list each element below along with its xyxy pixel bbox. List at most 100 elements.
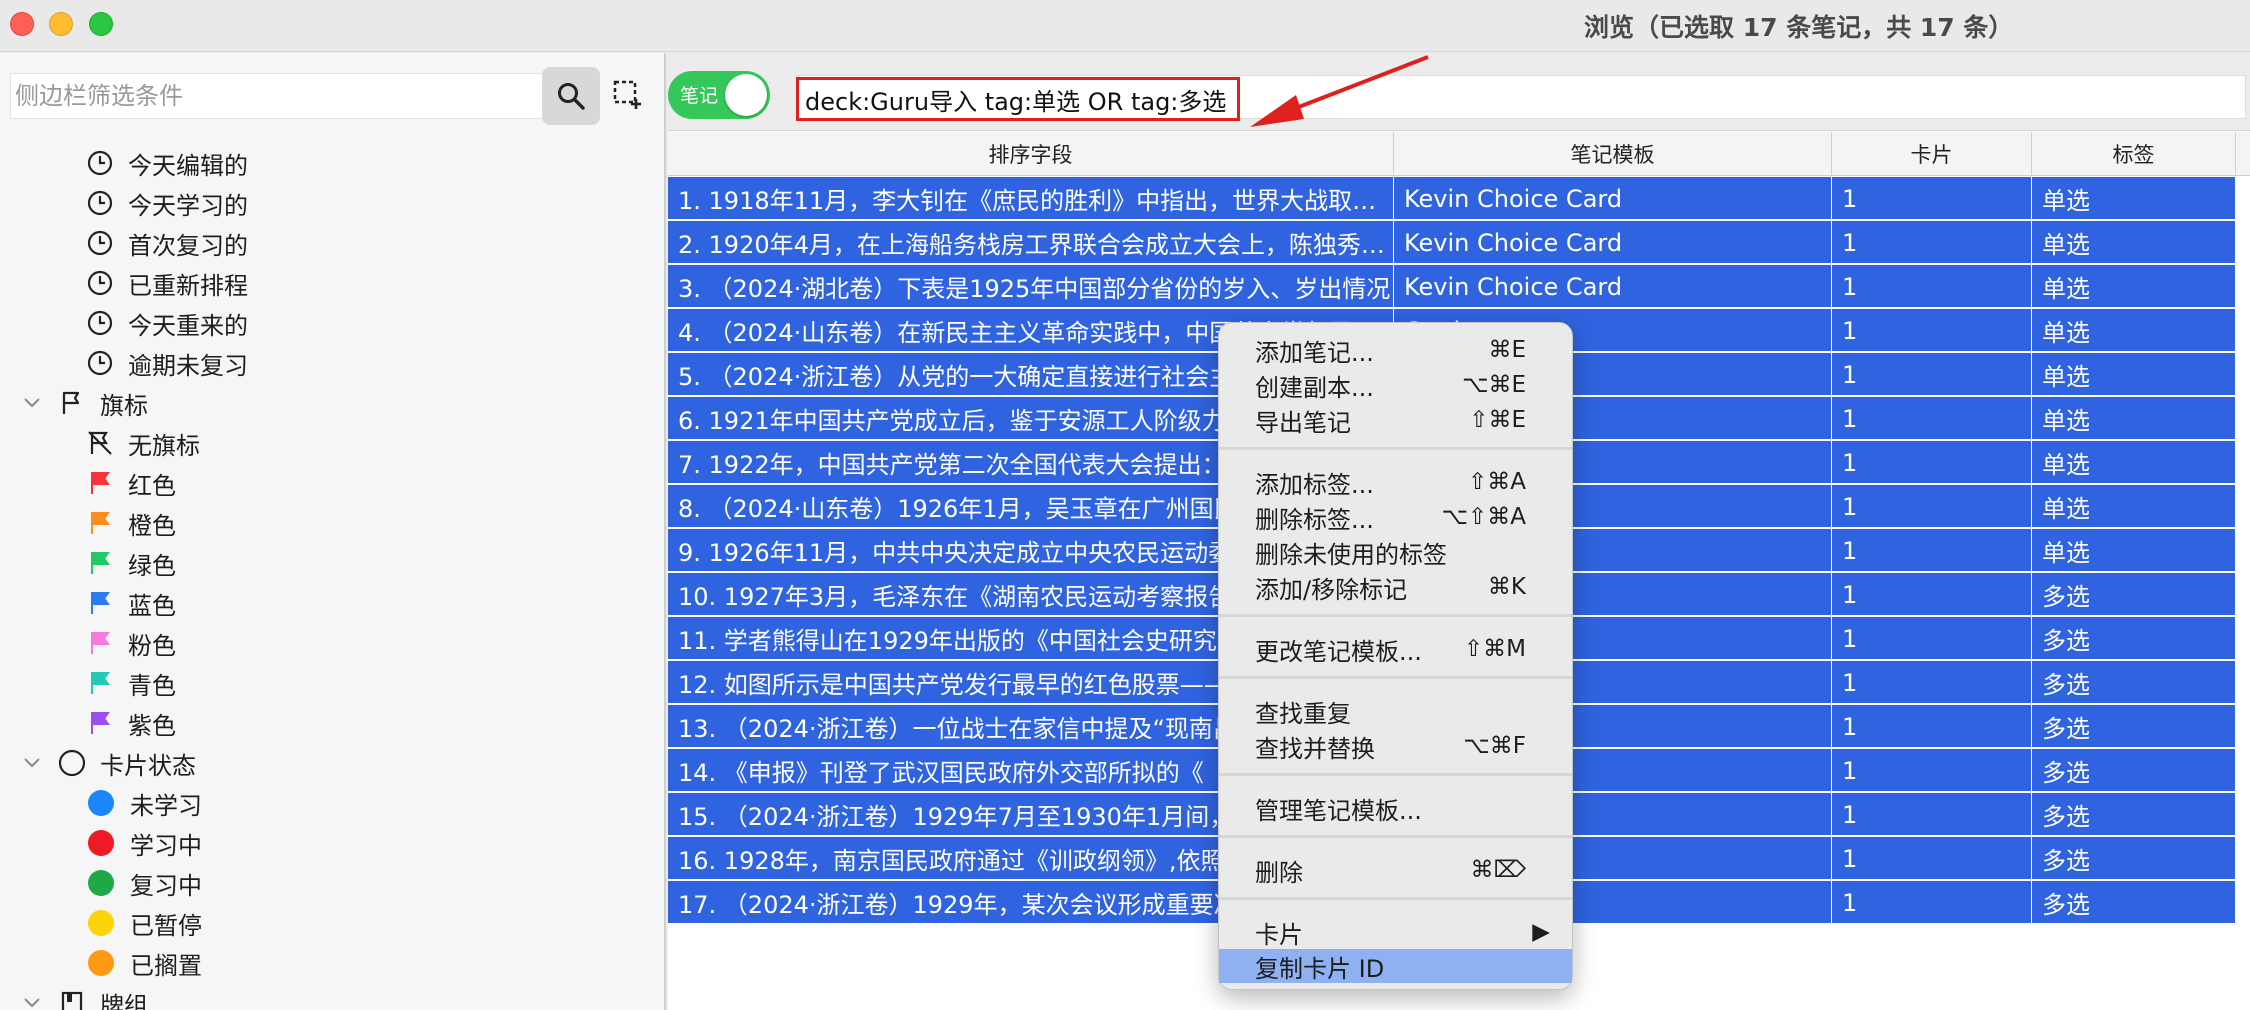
sidebar-item-flag-green[interactable]: 绿色 <box>0 543 664 583</box>
cell-tags-text: 单选 <box>2042 495 2090 523</box>
cell-cards: 1 <box>1832 573 2032 616</box>
selection-tool-button[interactable] <box>612 79 644 111</box>
cell-cards: 1 <box>1832 397 2032 440</box>
sidebar: 今天编辑的 今天学习的 首次复习的 已重新排程 今天重来的 逾期未复习 <box>0 53 666 1010</box>
orange-flag-icon <box>86 509 114 537</box>
cell-sort-field-text: 1. 1918年11月，李大钊在《庶民的胜利》中指出，世界大战取得胜利的原因是 <box>678 187 1393 215</box>
sidebar-item-rescheduled[interactable]: 已重新排程 <box>0 263 664 303</box>
sidebar-item-new[interactable]: 未学习 <box>0 783 664 823</box>
cell-tags: 单选 <box>2032 397 2236 440</box>
sidebar-item-label: 青色 <box>128 671 176 700</box>
menu-item-export-notes[interactable]: 导出笔记 ⇧⌘E <box>1219 403 1572 437</box>
chevron-down-icon[interactable] <box>22 393 42 413</box>
column-header-sort-field[interactable]: 排序字段 <box>668 132 1394 176</box>
sidebar-item-first-review[interactable]: 首次复习的 <box>0 223 664 263</box>
menu-item-remove-tags[interactable]: 删除标签... ⌥⇧⌘A <box>1219 500 1572 534</box>
sidebar-search-button[interactable] <box>542 67 600 125</box>
sidebar-section-card-state[interactable]: 卡片状态 <box>0 743 664 783</box>
book-icon <box>58 989 86 1010</box>
clock-icon <box>86 349 114 377</box>
menu-item-delete[interactable]: 删除 ⌘⌦ <box>1219 853 1572 887</box>
chevron-down-icon[interactable] <box>22 993 42 1010</box>
menu-item-find-replace[interactable]: 查找并替换 ⌥⌘F <box>1219 729 1572 763</box>
table-row[interactable]: 2. 1920年4月，在上海船务栈房工界联合会成立大会上，陈独秀发表演说 Kevi… <box>668 221 2236 264</box>
window-title: 浏览（已选取 17 条笔记，共 17 条） <box>1584 13 2014 42</box>
green-flag-icon <box>86 549 114 577</box>
sidebar-item-flag-red[interactable]: 红色 <box>0 463 664 503</box>
sidebar-item-flag-cyan[interactable]: 青色 <box>0 663 664 703</box>
sidebar-item-label: 未学习 <box>130 791 202 820</box>
cell-sort-field: 2. 1920年4月，在上海船务栈房工界联合会成立大会上，陈独秀发表演说 <box>668 221 1394 264</box>
table-row[interactable]: 1. 1918年11月，李大钊在《庶民的胜利》中指出，世界大战取得胜利的原因是 K… <box>668 177 2236 220</box>
minimize-window-button[interactable] <box>49 12 73 36</box>
notes-cards-toggle[interactable]: 笔记 <box>668 71 770 119</box>
sidebar-item-again-today[interactable]: 今天重来的 <box>0 303 664 343</box>
cell-cards: 1 <box>1832 617 2032 660</box>
column-header-tags[interactable]: 标签 <box>2032 132 2236 176</box>
sidebar-item-flag-purple[interactable]: 紫色 <box>0 703 664 743</box>
cell-tags-text: 单选 <box>2042 363 2090 391</box>
menu-item-label: 创建副本... <box>1255 373 1374 402</box>
cell-cards-text: 1 <box>1842 404 1858 433</box>
context-menu: 添加笔记... ⌘E 创建副本... ⌥⌘E 导出笔记 ⇧⌘E 添加标签... ⇧⌘A 删除标签… <box>1218 322 1573 990</box>
sidebar-section-decks[interactable]: 牌组 <box>0 983 664 1010</box>
sidebar-item-buried[interactable]: 已搁置 <box>0 943 664 983</box>
menu-item-copy-card-id[interactable]: 复制卡片 ID <box>1219 949 1572 983</box>
sidebar-search-input[interactable] <box>10 73 576 119</box>
menu-item-clear-unused-tags[interactable]: 删除未使用的标签 <box>1219 535 1572 569</box>
cell-cards: 1 <box>1832 793 2032 836</box>
submenu-arrow-icon: ▶ <box>1532 919 1550 945</box>
sidebar-item-label: 逾期未复习 <box>128 351 248 380</box>
sidebar-item-flag-orange[interactable]: 橙色 <box>0 503 664 543</box>
sidebar-item-label: 橙色 <box>128 511 176 540</box>
sidebar-item-suspended[interactable]: 已暂停 <box>0 903 664 943</box>
sidebar-item-overdue[interactable]: 逾期未复习 <box>0 343 664 383</box>
cell-cards-text: 1 <box>1842 580 1858 609</box>
sidebar-item-flag-pink[interactable]: 粉色 <box>0 623 664 663</box>
cell-tags: 单选 <box>2032 309 2236 352</box>
cell-tags: 单选 <box>2032 221 2236 264</box>
column-header-note-type[interactable]: 笔记模板 <box>1394 132 1832 176</box>
menu-item-shortcut: ⌘K <box>1487 574 1526 600</box>
annotation-arrow-icon <box>1250 55 1429 127</box>
table-row[interactable]: 3. （2024·湖北卷）下表是1925年中国部分省份的岁入、岁出情况 Kevin… <box>668 265 2236 308</box>
cell-tags: 多选 <box>2032 881 2236 924</box>
cell-tags: 多选 <box>2032 661 2236 704</box>
sidebar-item-learning[interactable]: 学习中 <box>0 823 664 863</box>
menu-item-manage-note-types[interactable]: 管理笔记模板... <box>1219 791 1572 825</box>
sidebar-item-flag-blue[interactable]: 蓝色 <box>0 583 664 623</box>
zoom-window-button[interactable] <box>89 12 113 36</box>
sidebar-section-flags[interactable]: 旗标 <box>0 383 664 423</box>
red-flag-icon <box>86 469 114 497</box>
chevron-down-icon[interactable] <box>22 753 42 773</box>
sidebar-item-review[interactable]: 复习中 <box>0 863 664 903</box>
menu-item-toggle-mark[interactable]: 添加/移除标记 ⌘K <box>1219 570 1572 604</box>
menu-item-find-duplicates[interactable]: 查找重复 <box>1219 694 1572 728</box>
menu-item-create-copy[interactable]: 创建副本... ⌥⌘E <box>1219 368 1572 402</box>
cell-cards-text: 1 <box>1842 228 1858 257</box>
sidebar-item-no-flag[interactable]: 无旗标 <box>0 423 664 463</box>
clock-icon <box>86 269 114 297</box>
cell-tags: 单选 <box>2032 485 2236 528</box>
column-header-cards[interactable]: 卡片 <box>1832 132 2032 176</box>
close-window-button[interactable] <box>10 12 34 36</box>
cell-cards-text: 1 <box>1842 360 1858 389</box>
menu-item-add-note[interactable]: 添加笔记... ⌘E <box>1219 333 1572 367</box>
sidebar-item-edited-today[interactable]: 今天编辑的 <box>0 143 664 183</box>
menu-item-change-note-type[interactable]: 更改笔记模板... ⇧⌘M <box>1219 632 1572 666</box>
menu-item-add-tags[interactable]: 添加标签... ⇧⌘A <box>1219 465 1572 499</box>
sidebar-item-studied-today[interactable]: 今天学习的 <box>0 183 664 223</box>
menu-item-cards-submenu[interactable]: 卡片 ▶ <box>1219 915 1572 949</box>
menu-item-shortcut: ⌘E <box>1488 337 1526 363</box>
menu-item-shortcut: ⇧⌘A <box>1467 469 1526 495</box>
cell-tags: 单选 <box>2032 177 2236 220</box>
cell-cards: 1 <box>1832 837 2032 880</box>
cell-cards-text: 1 <box>1842 888 1858 917</box>
search-query-input[interactable]: deck:Guru导入 tag:单选 OR tag:多选 <box>796 77 1240 121</box>
cell-note-type-text: Kevin Choice Card <box>1404 272 1623 301</box>
menu-item-shortcut: ⌥⌘F <box>1463 733 1526 759</box>
cell-cards-text: 1 <box>1842 536 1858 565</box>
menu-item-label: 添加/移除标记 <box>1255 575 1408 604</box>
orange-dot-icon <box>88 950 114 976</box>
flag-icon <box>58 389 86 417</box>
